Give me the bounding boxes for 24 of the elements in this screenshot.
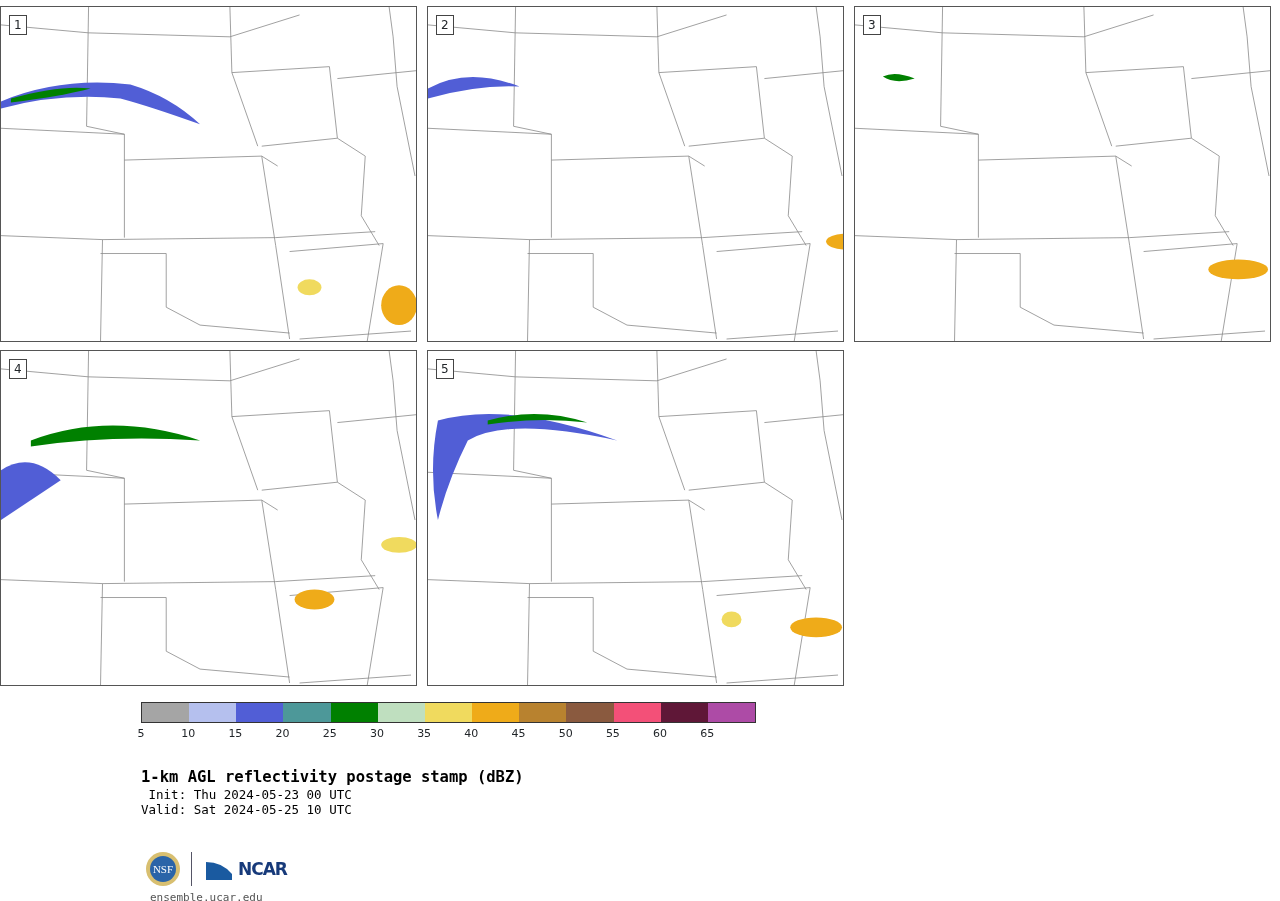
panel-number: 5	[436, 359, 454, 379]
nsf-logo: NSF	[145, 851, 181, 887]
tick-label: 50	[557, 727, 574, 740]
tick-label: 60	[652, 727, 669, 740]
chart-title: 1-km AGL reflectivity postage stamp (dBZ)	[141, 768, 525, 787]
panel-number: 1	[9, 15, 27, 35]
tick-label: 45	[510, 727, 527, 740]
panel-number: 2	[436, 15, 454, 35]
tick-label: 30	[368, 727, 385, 740]
panel-number: 3	[863, 15, 881, 35]
tick-label: 5	[136, 727, 146, 740]
init-time: Init: Thu 2024-05-23 00 UTC	[147, 787, 353, 802]
site-url: ensemble.ucar.edu	[150, 891, 264, 901]
tick-label: 10	[180, 727, 197, 740]
tick-label: 65	[699, 727, 716, 740]
tick-label: 55	[604, 727, 621, 740]
tick-label: 35	[416, 727, 433, 740]
valid-time: Valid: Sat 2024-05-25 10 UTC	[141, 802, 353, 817]
tick-label: 40	[463, 727, 480, 740]
tick-label: 15	[227, 727, 244, 740]
panel-number: 4	[9, 359, 27, 379]
tick-label: 20	[274, 727, 291, 740]
ncar-logo-text: NCAR	[238, 859, 287, 879]
tick-label: 25	[321, 727, 338, 740]
